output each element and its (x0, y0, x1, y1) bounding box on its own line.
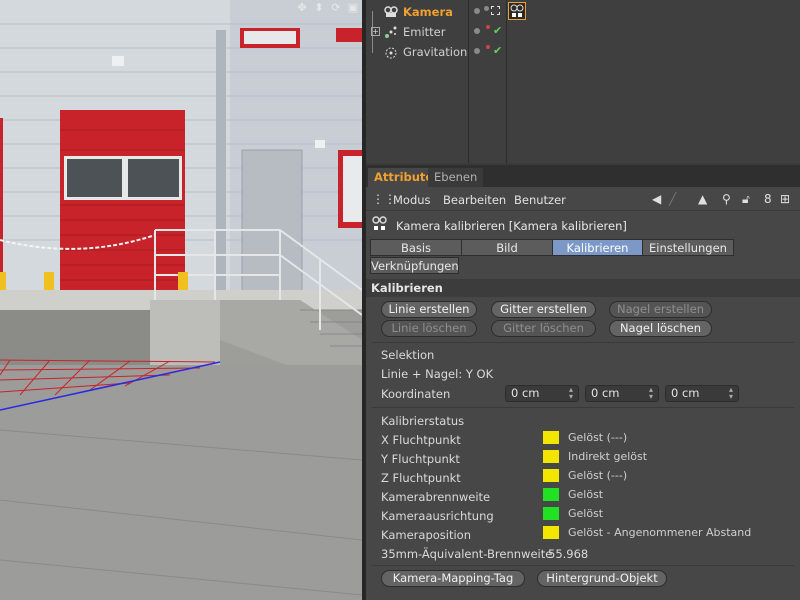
tab-kalibrieren[interactable]: Kalibrieren (552, 239, 643, 256)
enabled-check-icon[interactable]: ✔ (493, 24, 502, 37)
status-indicator-ausrichtung (543, 507, 559, 520)
brennweite-label: 35mm-Äquivalent-Brennweite (381, 547, 553, 561)
enabled-check-icon[interactable]: ✔ (493, 44, 502, 57)
camera-icon (384, 5, 398, 19)
back-arrow-icon[interactable]: ◀ (652, 192, 661, 206)
status-label-position: Kameraposition (381, 528, 471, 542)
object-name: Gravitation (403, 45, 468, 59)
attribute-header: Kamera kalibrieren [Kamera kalibrieren] (366, 215, 800, 237)
selektion-heading: Selektion (381, 348, 435, 362)
section-kalibrieren: Kalibrieren (366, 279, 800, 297)
expand-icon[interactable]: + (371, 27, 380, 36)
render-dot[interactable] (484, 6, 489, 11)
brennweite-value: 55.968 (548, 547, 589, 561)
menu-benutzer[interactable]: Benutzer (514, 193, 566, 207)
koordinate-z-value: 0 cm (671, 386, 700, 400)
object-manager: Kamera + Emitter ✔ Gravitation ✔ (366, 0, 800, 163)
status-indicator-position (543, 526, 559, 539)
tab-verknuepfungen[interactable]: Verknüpfungen (370, 257, 459, 274)
attribute-menu-bar: ⋮⋮ Modus Bearbeiten Benutzer ◀ ╱ ▲ ⚲ 🔓︎ … (366, 189, 800, 211)
status-indicator-z (543, 469, 559, 482)
render-dot[interactable] (486, 25, 490, 29)
status-indicator-y (543, 450, 559, 463)
status-text-ausrichtung: Gelöst (568, 507, 604, 520)
render-dot[interactable] (486, 45, 490, 49)
link-icon[interactable]: 8 (764, 192, 772, 206)
viewport-nav: ✥ ⬍ ⟳ ▣ (292, 0, 362, 15)
visibility-dot[interactable] (474, 48, 480, 54)
koordinate-x-value: 0 cm (511, 386, 540, 400)
status-text-position: Gelöst - Angenommener Abstand (568, 526, 752, 539)
kamera-mapping-tag-button[interactable]: Kamera-Mapping-Tag (381, 570, 525, 587)
gravitation-icon (384, 45, 398, 59)
status-text-z: Gelöst (---) (568, 469, 628, 482)
status-label-brennweite: Kamerabrennweite (381, 490, 491, 504)
nagel-erstellen-button[interactable]: Nagel erstellen (609, 301, 712, 318)
status-indicator-brennweite (543, 488, 559, 501)
up-arrow-icon[interactable]: ▲ (698, 192, 707, 206)
koordinate-y-field[interactable]: 0 cm ▴ ▾ (585, 385, 659, 402)
status-text-x: Gelöst (---) (568, 431, 628, 444)
koordinate-x-field[interactable]: 0 cm ▴ ▾ (505, 385, 579, 402)
rotate-icon[interactable]: ⟳ (330, 2, 342, 14)
gitter-loeschen-button[interactable]: Gitter löschen (491, 320, 596, 337)
move-icon[interactable]: ✥ (296, 2, 308, 14)
viewport-image (0, 0, 362, 600)
object-title: Kamera kalibrieren [Kamera kalibrieren] (396, 219, 627, 233)
search-icon[interactable]: ⚲ (722, 192, 731, 206)
forward-line-icon[interactable]: ╱ (669, 192, 676, 206)
status-label-x: X Fluchtpunkt (381, 433, 461, 447)
status-text-brennweite: Gelöst (568, 488, 604, 501)
tab-bild[interactable]: Bild (461, 239, 553, 256)
visibility-dot[interactable] (474, 8, 480, 14)
object-name: Emitter (403, 25, 446, 39)
calibrate-tag-icon (371, 215, 389, 236)
new-window-icon[interactable]: ⊞ (780, 192, 790, 206)
stepper-icon[interactable]: ▴ ▾ (647, 386, 655, 401)
linie-loeschen-button[interactable]: Linie löschen (381, 320, 477, 337)
nagel-loeschen-button[interactable]: Nagel löschen (609, 320, 712, 337)
viewport[interactable]: ✥ ⬍ ⟳ ▣ (0, 0, 362, 600)
object-row-emitter[interactable]: + Emitter ✔ (366, 22, 800, 42)
status-label-ausrichtung: Kameraausrichtung (381, 509, 494, 523)
emitter-icon (384, 25, 398, 39)
zoom-icon[interactable]: ⬍ (313, 2, 325, 14)
status-text-y: Indirekt gelöst (568, 450, 648, 463)
stepper-icon[interactable]: ▴ ▾ (567, 386, 575, 401)
tab-ebenen[interactable]: Ebenen (428, 168, 484, 187)
menu-modus[interactable]: Modus (393, 193, 431, 207)
hintergrund-objekt-button[interactable]: Hintergrund-Objekt (537, 570, 667, 587)
lock-icon[interactable]: 🔓︎ (742, 192, 750, 207)
tab-einstellungen[interactable]: Einstellungen (642, 239, 734, 256)
visibility-dot[interactable] (474, 28, 480, 34)
stepper-icon[interactable]: ▴ ▾ (727, 386, 735, 401)
maximize-icon[interactable]: ▣ (347, 2, 359, 14)
divider (372, 342, 794, 343)
divider (372, 565, 794, 566)
linie-erstellen-button[interactable]: Linie erstellen (381, 301, 477, 318)
kalibrierstatus-heading: Kalibrierstatus (381, 414, 465, 428)
divider (372, 407, 794, 408)
gitter-erstellen-button[interactable]: Gitter erstellen (491, 301, 596, 318)
manager-tab-bar: Attribute Ebenen (366, 165, 800, 187)
koordinaten-label: Koordinaten (381, 387, 451, 401)
calibrate-tag-icon[interactable] (508, 2, 526, 20)
object-row-kamera[interactable]: Kamera (366, 2, 800, 22)
object-row-gravitation[interactable]: Gravitation ✔ (366, 42, 800, 62)
status-label-z: Z Fluchtpunkt (381, 471, 461, 485)
status-indicator-x (543, 431, 559, 444)
tag-target-icon[interactable] (491, 6, 500, 15)
koordinate-z-field[interactable]: 0 cm ▴ ▾ (665, 385, 739, 402)
object-name: Kamera (403, 5, 453, 19)
status-label-y: Y Fluchtpunkt (381, 452, 460, 466)
menu-bearbeiten[interactable]: Bearbeiten (443, 193, 506, 207)
attribute-manager: Attribute Ebenen ⋮⋮ Modus Bearbeiten Ben… (366, 165, 800, 600)
koordinate-y-value: 0 cm (591, 386, 620, 400)
tab-basis[interactable]: Basis (370, 239, 462, 256)
selektion-info: Linie + Nagel: Y OK (381, 367, 494, 381)
